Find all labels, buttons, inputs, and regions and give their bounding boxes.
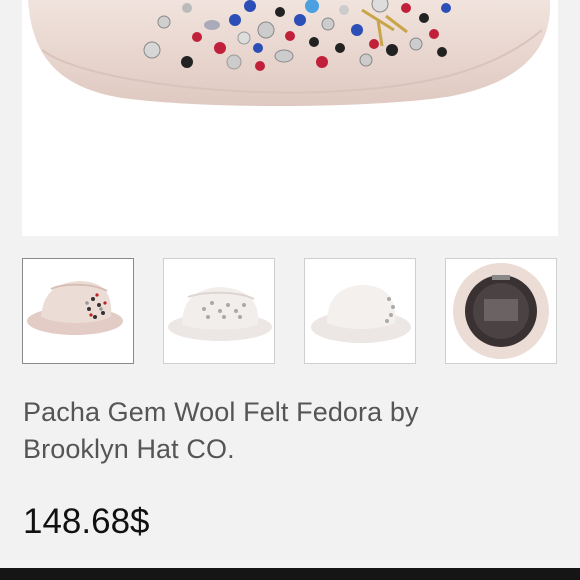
bottom-bar (0, 568, 580, 580)
thumbnail-1[interactable] (22, 258, 134, 364)
thumbnail-3[interactable] (304, 258, 416, 364)
thumbnail-2[interactable] (163, 258, 275, 364)
product-price: 148.68$ (23, 502, 150, 541)
thumbnail-strip (22, 258, 560, 364)
product-title-line-2: Brooklyn Hat CO. (23, 434, 235, 464)
product-title-line-1: Pacha Gem Wool Felt Fedora by (23, 397, 419, 427)
thumbnail-4[interactable] (445, 258, 557, 364)
main-product-image[interactable] (22, 0, 558, 236)
product-title: Pacha Gem Wool Felt Fedora by Brooklyn H… (23, 394, 543, 468)
